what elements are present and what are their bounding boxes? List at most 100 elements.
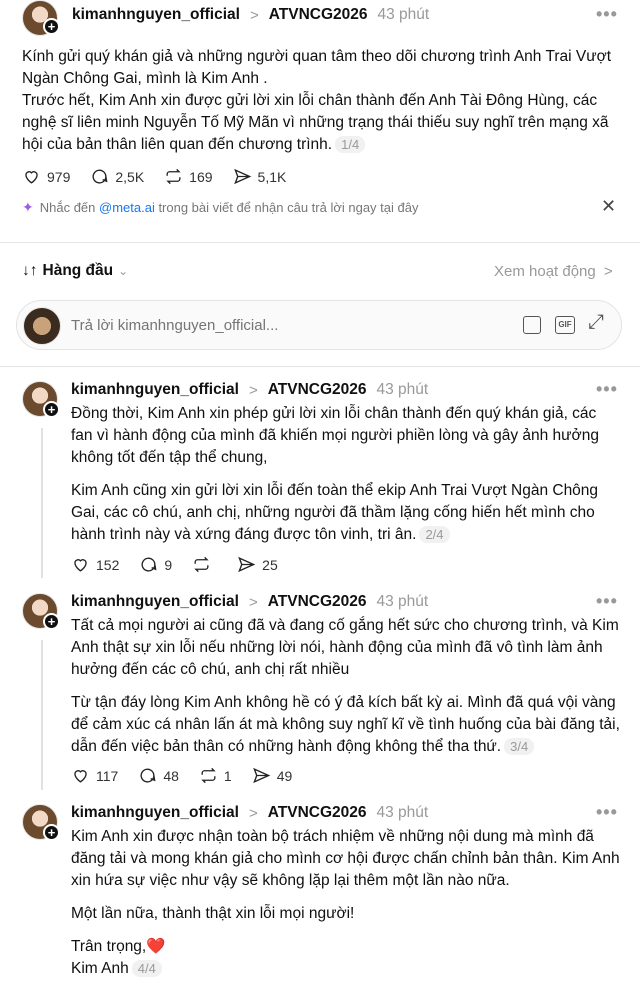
image-icon[interactable] — [523, 316, 541, 334]
reply-body: Kim Anh xin được nhận toàn bộ trách nhiệ… — [71, 826, 622, 980]
like-button[interactable]: 117 — [71, 766, 118, 785]
share-button[interactable]: 49 — [252, 766, 293, 785]
chevron-right-icon: > — [248, 804, 258, 822]
chevron-right-icon: > — [249, 6, 259, 24]
share-count: 5,1K — [257, 168, 287, 185]
reply-paragraph: Kim Anh cũng xin gửi lời xin lỗi đến toà… — [71, 482, 599, 543]
divider — [0, 242, 640, 243]
reply-paragraph: Một lần nữa, thành thật xin lỗi mọi ngườ… — [71, 905, 355, 922]
comment-icon — [141, 557, 157, 572]
heart-icon — [74, 770, 87, 783]
post-paragraph: Kính gửi quý khán giả và những người qua… — [22, 48, 612, 87]
meta-ai-link[interactable]: @meta.ai — [99, 200, 155, 215]
page-indicator: 4/4 — [131, 960, 162, 977]
reply-button[interactable]: 48 — [138, 766, 179, 785]
comment-icon — [140, 768, 156, 783]
like-count: 117 — [96, 767, 119, 784]
chevron-right-icon: > — [603, 263, 613, 280]
thread-line — [41, 640, 43, 790]
heart-icon — [74, 559, 87, 572]
post-paragraph-2: Trước hết, Kim Anh xin được gửi lời xin … — [22, 92, 609, 153]
username[interactable]: kimanhnguyen_official — [72, 6, 240, 24]
reply-count: 48 — [163, 767, 179, 784]
reply-paragraph: Từ tận đáy lòng Kim Anh không hề có ý đả… — [71, 694, 620, 755]
share-button[interactable]: 25 — [237, 555, 278, 574]
reply-box[interactable]: GIF ⤢ — [16, 300, 622, 350]
more-options-icon[interactable]: ••• — [596, 591, 618, 612]
reply-header: kimanhnguyen_official > ATVNCG2026 43 ph… — [71, 381, 428, 399]
like-count: 152 — [96, 556, 120, 573]
more-options-icon[interactable]: ••• — [596, 379, 618, 400]
reply-actions: 152 9 25 — [71, 555, 298, 574]
page-indicator: 2/4 — [419, 526, 450, 543]
comment-icon — [92, 169, 108, 184]
expand-icon[interactable]: ⤢ — [588, 311, 604, 334]
reply-header: kimanhnguyen_official > ATVNCG2026 43 ph… — [71, 804, 428, 822]
gif-icon[interactable]: GIF — [555, 316, 575, 334]
reply-paragraph: Đồng thời, Kim Anh xin phép gửi lời xin … — [71, 405, 599, 466]
topic-tag[interactable]: ATVNCG2026 — [268, 804, 367, 822]
post-actions: 979 2,5K 169 5,1K — [22, 167, 306, 186]
my-avatar — [23, 307, 61, 345]
reply-input[interactable] — [71, 313, 461, 337]
thread-line — [41, 428, 43, 578]
share-button[interactable]: 5,1K — [233, 167, 287, 186]
reply-paragraph: Tất cả mọi người ai cũng đã và đang cố g… — [71, 617, 619, 678]
divider — [0, 366, 640, 367]
repost-icon — [166, 168, 181, 185]
follow-plus-icon[interactable]: + — [43, 613, 60, 630]
post-body: Kính gửi quý khán giả và những người qua… — [22, 46, 622, 156]
timestamp: 43 phút — [377, 6, 430, 23]
share-count: 25 — [262, 556, 278, 573]
follow-plus-icon[interactable]: + — [43, 18, 60, 35]
reply-body: Đồng thời, Kim Anh xin phép gửi lời xin … — [71, 403, 622, 546]
sort-dropdown[interactable]: ↓↑ Hàng đầu ⌄ — [22, 262, 128, 280]
repost-icon — [201, 767, 216, 784]
post-header: kimanhnguyen_official > ATVNCG2026 43 ph… — [72, 6, 429, 24]
reply-actions: 117 48 1 49 — [71, 766, 312, 785]
like-count: 979 — [47, 168, 71, 185]
share-icon — [238, 556, 256, 573]
more-options-icon[interactable]: ••• — [596, 4, 618, 25]
topic-tag[interactable]: ATVNCG2026 — [268, 381, 367, 399]
chevron-down-icon: ⌄ — [118, 264, 129, 278]
repost-count: 169 — [189, 168, 213, 185]
meta-ai-hint: ✦ Nhắc đến @meta.ai trong bài viết để nh… — [22, 199, 419, 215]
reply-button[interactable]: 9 — [139, 555, 172, 574]
repost-button[interactable]: 1 — [199, 766, 232, 785]
sort-label: Hàng đầu — [42, 262, 114, 279]
reply-body: Tất cả mọi người ai cũng đã và đang cố g… — [71, 615, 622, 758]
repost-button[interactable] — [192, 555, 217, 574]
heart-icon — [25, 171, 38, 184]
like-button[interactable]: 979 — [22, 167, 70, 186]
chevron-right-icon: > — [248, 381, 258, 399]
view-activity-link[interactable]: Xem hoạt động > — [494, 263, 613, 280]
username[interactable]: kimanhnguyen_official — [71, 381, 239, 399]
repost-icon — [194, 556, 209, 573]
topic-tag[interactable]: ATVNCG2026 — [268, 593, 367, 611]
topic-tag[interactable]: ATVNCG2026 — [269, 6, 368, 24]
repost-button[interactable]: 169 — [164, 167, 213, 186]
follow-plus-icon[interactable]: + — [43, 401, 60, 418]
timestamp: 43 phút — [376, 381, 429, 398]
timestamp: 43 phút — [376, 804, 429, 821]
reply-button[interactable]: 2,5K — [90, 167, 144, 186]
username[interactable]: kimanhnguyen_official — [71, 593, 239, 611]
close-icon[interactable]: ✕ — [601, 196, 616, 217]
page-indicator: 1/4 — [335, 136, 366, 153]
reply-paragraph: Kim Anh 4/4 — [71, 958, 622, 980]
username[interactable]: kimanhnguyen_official — [71, 804, 239, 822]
sparkle-icon: ✦ — [22, 199, 34, 215]
reply-paragraph: Kim Anh xin được nhận toàn bộ trách nhiệ… — [71, 828, 620, 889]
share-icon — [252, 767, 270, 784]
page-indicator: 3/4 — [504, 738, 535, 755]
reply-count: 2,5K — [115, 168, 145, 185]
share-count: 49 — [276, 767, 293, 784]
follow-plus-icon[interactable]: + — [43, 824, 60, 841]
more-options-icon[interactable]: ••• — [596, 802, 618, 823]
like-button[interactable]: 152 — [71, 555, 119, 574]
chevron-right-icon: > — [248, 593, 258, 611]
reply-paragraph: Trân trọng,❤️ — [71, 938, 166, 955]
reply-count: 9 — [164, 556, 173, 573]
share-icon — [233, 168, 251, 185]
